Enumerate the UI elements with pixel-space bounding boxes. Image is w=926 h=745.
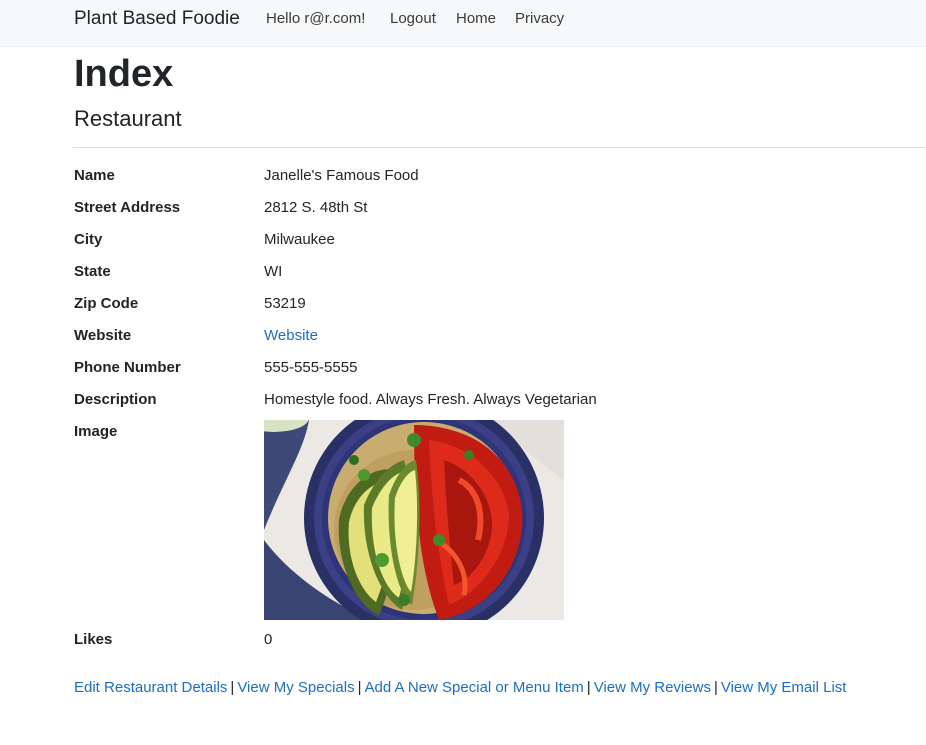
- view-my-reviews-link[interactable]: View My Reviews: [594, 679, 711, 696]
- page-title: Index: [74, 53, 174, 95]
- view-my-specials-link[interactable]: View My Specials: [237, 679, 354, 696]
- zip-code-label: Zip Code: [74, 295, 139, 312]
- city-value: Milwaukee: [264, 231, 335, 248]
- separator: |: [230, 679, 235, 696]
- logout-link[interactable]: Logout: [390, 10, 436, 27]
- image-label: Image: [74, 423, 118, 440]
- separator: |: [713, 679, 718, 696]
- section-title: Restaurant: [74, 106, 182, 131]
- add-new-special-link[interactable]: Add A New Special or Menu Item: [365, 679, 584, 696]
- edit-restaurant-details-link[interactable]: Edit Restaurant Details: [74, 679, 227, 696]
- view-my-email-list-link[interactable]: View My Email List: [721, 679, 847, 696]
- name-value: Janelle's Famous Food: [264, 167, 419, 184]
- website-link[interactable]: Website: [264, 327, 318, 344]
- city-label: City: [74, 231, 103, 248]
- user-greeting-link[interactable]: Hello r@r.com!: [266, 10, 365, 27]
- description-value: Homestyle food. Always Fresh. Always Veg…: [264, 391, 597, 408]
- likes-label: Likes: [74, 631, 113, 648]
- website-label: Website: [74, 327, 132, 344]
- state-label: State: [74, 263, 111, 280]
- divider: [73, 147, 926, 148]
- phone-number-label: Phone Number: [74, 359, 181, 376]
- brand-link[interactable]: Plant Based Foodie: [74, 8, 240, 30]
- separator: |: [586, 679, 591, 696]
- top-navbar: Plant Based Foodie Hello r@r.com! Logout…: [0, 0, 926, 47]
- street-address-label: Street Address: [74, 199, 181, 216]
- description-label: Description: [74, 391, 157, 408]
- name-label: Name: [74, 167, 115, 184]
- home-link[interactable]: Home: [456, 10, 496, 27]
- privacy-link[interactable]: Privacy: [515, 10, 564, 27]
- restaurant-food-image: [264, 420, 564, 620]
- state-value: WI: [264, 263, 283, 280]
- separator: |: [357, 679, 362, 696]
- zip-code-value: 53219: [264, 295, 306, 312]
- action-links: Edit Restaurant Details | View My Specials…: [74, 678, 846, 698]
- phone-number-value: 555-555-5555: [264, 359, 358, 376]
- likes-value: 0: [264, 631, 273, 648]
- street-address-value: 2812 S. 48th St: [264, 199, 368, 216]
